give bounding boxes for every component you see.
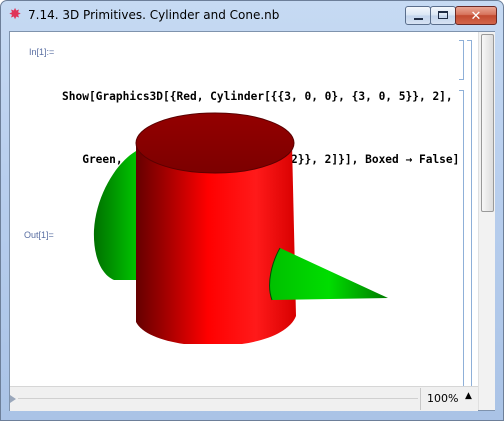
notebook-window: ✸ 7.14. 3D Primitives. Cylinder and Cone… [0,0,504,421]
close-button[interactable]: ✕ [455,6,497,25]
cylinder-body-shape [136,144,296,344]
notebook-content[interactable]: In[1]:= Show[Graphics3D[{Red, Cylinder[{… [9,31,495,411]
close-icon: ✕ [470,8,482,23]
minimize-icon [414,18,423,20]
vertical-scrollbar[interactable] [478,32,495,410]
title-bar[interactable]: ✸ 7.14. 3D Primitives. Cylinder and Cone… [1,1,503,31]
graphics3d-output[interactable] [66,104,396,344]
input-cell-label: In[1]:= [29,47,55,57]
minimize-button[interactable] [405,6,431,25]
cone-tip-shape [269,248,388,300]
input-cell-bracket[interactable] [459,40,464,80]
zoom-menu-arrow-icon[interactable]: ▲ [465,391,472,401]
maximize-icon [438,11,448,19]
status-bar: 100% ▲ [10,386,478,411]
split-arrow-icon[interactable] [10,395,16,403]
output-cell-bracket[interactable] [459,90,464,388]
cylinder-top-shape [135,112,295,174]
zoom-value[interactable]: 100% [427,392,458,405]
window-title: 7.14. 3D Primitives. Cylinder and Cone.n… [28,8,280,22]
zoom-control[interactable]: 100% ▲ [420,388,478,410]
maximize-button[interactable] [430,6,456,25]
vertical-scroll-thumb[interactable] [481,34,494,212]
output-cell-label: Out[1]= [24,230,54,240]
horizontal-scroll-track[interactable] [18,398,418,399]
mathematica-app-icon[interactable]: ✸ [7,7,23,23]
group-cell-bracket[interactable] [467,40,472,388]
